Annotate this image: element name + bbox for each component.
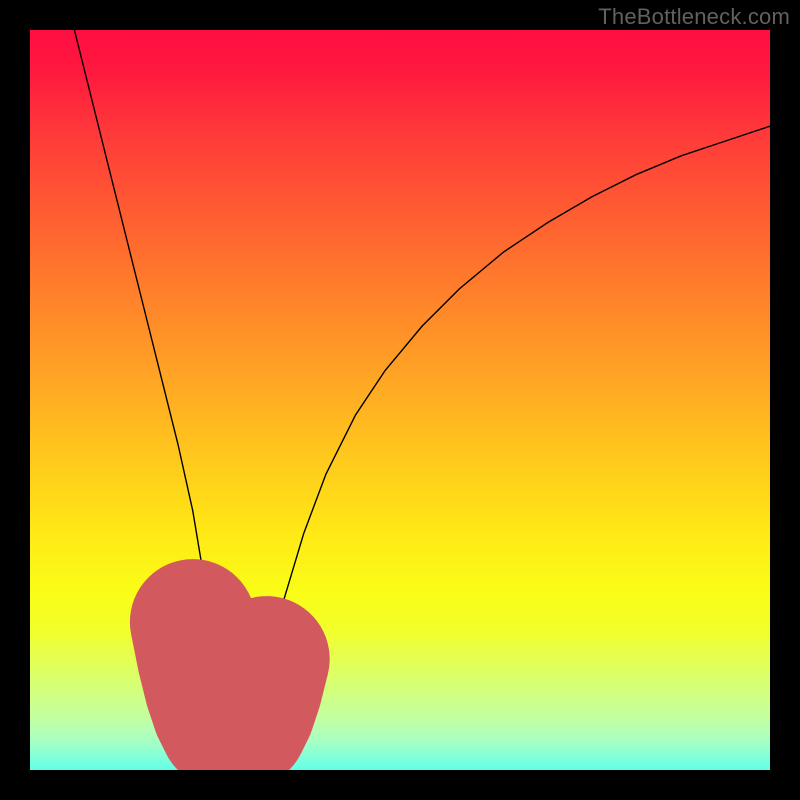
plot-area xyxy=(30,30,770,770)
highlight-segment xyxy=(193,622,267,733)
curve-layer xyxy=(30,30,770,770)
chart-frame: TheBottleneck.com xyxy=(0,0,800,800)
watermark-text: TheBottleneck.com xyxy=(598,4,790,30)
